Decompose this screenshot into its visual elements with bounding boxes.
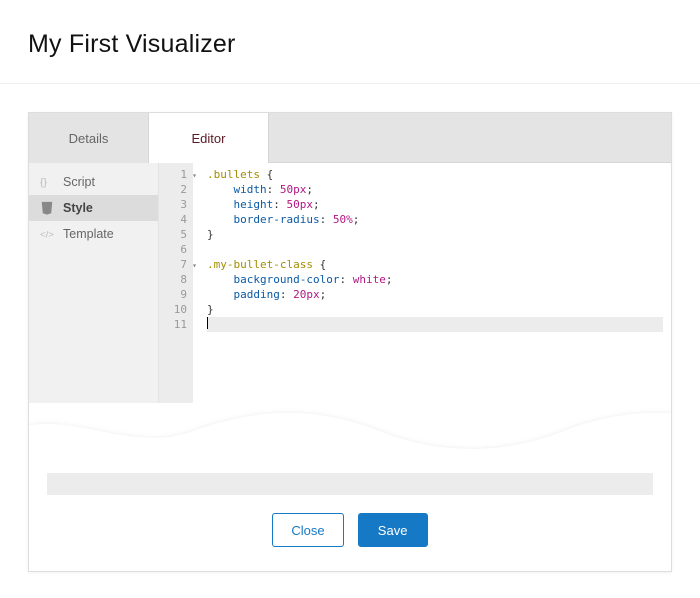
tab-details[interactable]: Details (29, 113, 149, 163)
tab-label: Editor (192, 131, 226, 146)
line-number: 4 (159, 212, 187, 227)
sidenav-label: Style (63, 201, 93, 215)
code-line[interactable] (207, 242, 663, 257)
save-button[interactable]: Save (358, 513, 428, 547)
code-line[interactable] (207, 317, 663, 332)
truncation-wave (29, 403, 671, 473)
line-number: 8 (159, 272, 187, 287)
code-editor[interactable]: 1234567891011 .bullets { width: 50px; he… (159, 163, 671, 403)
editor-panel: Details Editor {} Script Style </> (28, 112, 672, 572)
tabbar-spacer (269, 113, 671, 163)
svg-text:{}: {} (40, 177, 48, 189)
sidenav-label: Template (63, 227, 114, 241)
sidenav-item-style[interactable]: Style (29, 195, 158, 221)
tab-editor[interactable]: Editor (149, 113, 269, 163)
sidenav-item-template[interactable]: </> Template (29, 221, 158, 247)
code-line[interactable]: border-radius: 50%; (207, 212, 663, 227)
sidenav-item-script[interactable]: {} Script (29, 169, 158, 195)
line-number: 9 (159, 287, 187, 302)
header: My First Visualizer (0, 0, 700, 84)
sidenav-label: Script (63, 175, 95, 189)
page-title: My First Visualizer (28, 30, 672, 59)
code-lines[interactable]: .bullets { width: 50px; height: 50px; bo… (193, 163, 671, 403)
braces-icon: {} (39, 175, 55, 189)
code-line[interactable]: .my-bullet-class { (207, 257, 663, 272)
footer: Close Save (29, 505, 671, 571)
code-line[interactable]: } (207, 302, 663, 317)
code-line[interactable]: background-color: white; (207, 272, 663, 287)
code-line[interactable]: padding: 20px; (207, 287, 663, 302)
toolbar-strip (47, 473, 653, 495)
line-number: 2 (159, 182, 187, 197)
tabbar: Details Editor (29, 113, 671, 163)
angle-brackets-icon: </> (39, 227, 55, 241)
line-number: 10 (159, 302, 187, 317)
css-icon (39, 201, 55, 215)
tab-label: Details (69, 131, 109, 146)
editor-body: {} Script Style </> Template 12345678910… (29, 163, 671, 403)
line-number: 7 (159, 257, 187, 272)
code-line[interactable]: .bullets { (207, 167, 663, 182)
line-number: 1 (159, 167, 187, 182)
close-button[interactable]: Close (272, 513, 343, 547)
line-number: 6 (159, 242, 187, 257)
text-caret (207, 317, 208, 329)
svg-text:</>: </> (40, 230, 54, 241)
line-number: 3 (159, 197, 187, 212)
editor-sidenav: {} Script Style </> Template (29, 163, 159, 403)
button-label: Close (291, 523, 324, 538)
line-number: 5 (159, 227, 187, 242)
code-line[interactable]: width: 50px; (207, 182, 663, 197)
code-line[interactable]: height: 50px; (207, 197, 663, 212)
code-line[interactable]: } (207, 227, 663, 242)
button-label: Save (378, 523, 408, 538)
line-gutter: 1234567891011 (159, 163, 193, 403)
line-number: 11 (159, 317, 187, 332)
